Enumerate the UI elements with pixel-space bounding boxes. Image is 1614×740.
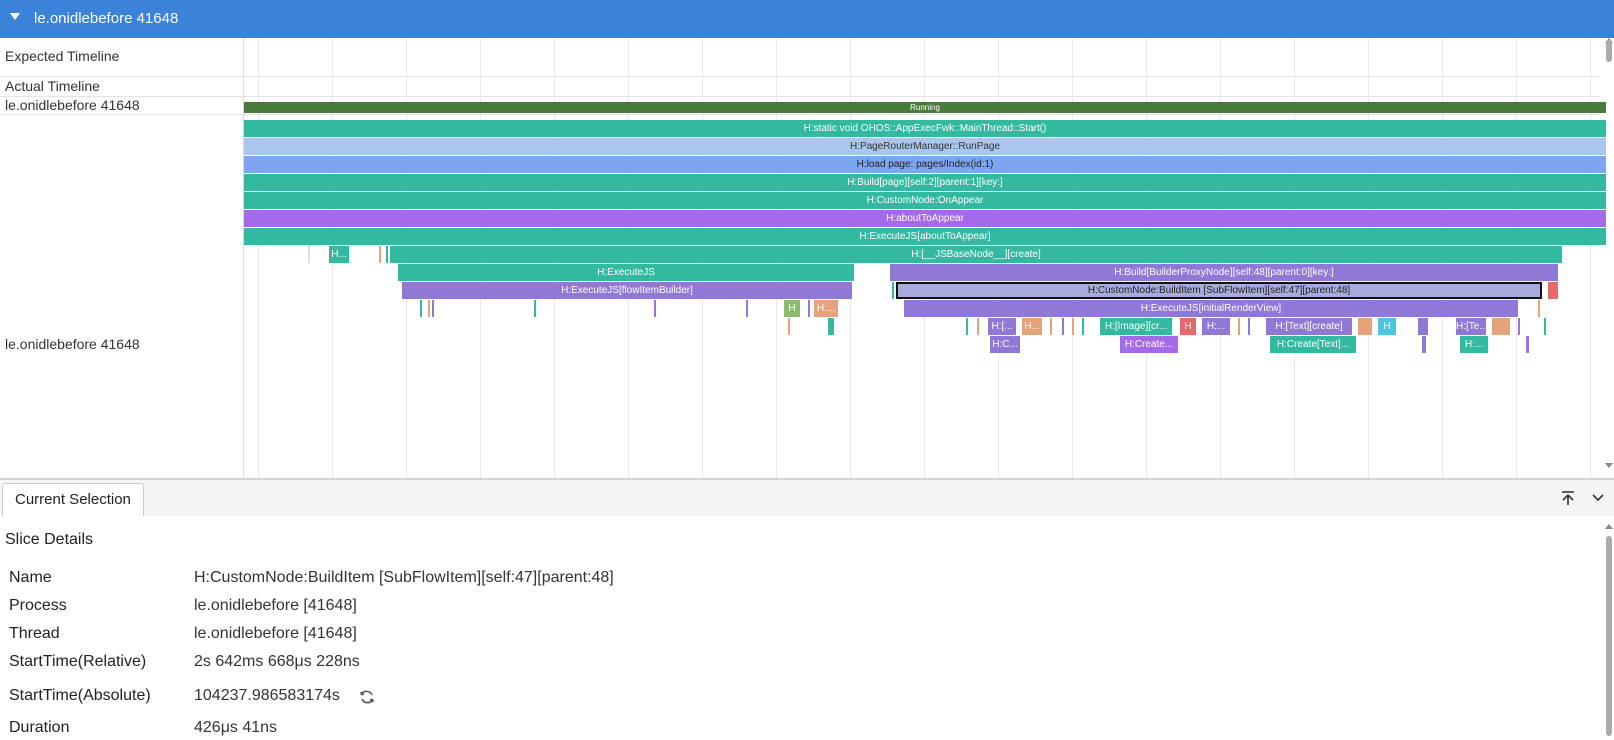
timeline-scrollbar[interactable] xyxy=(1604,38,1614,468)
detail-thread-key: Thread xyxy=(9,625,60,642)
slice-create-text[interactable]: H:Create[Text]... xyxy=(1270,336,1356,353)
details-tabbar: Current Selection xyxy=(0,480,1614,516)
slice-h-red[interactable]: H xyxy=(1180,318,1196,335)
slice-tick[interactable] xyxy=(420,300,422,317)
detail-start-abs-key: StartTime(Absolute) xyxy=(9,687,151,704)
slice-details-title: Slice Details xyxy=(5,531,94,548)
timeline-canvas[interactable]: Running H:static void OHOS::AppExecFwk::… xyxy=(244,38,1608,478)
detail-start-rel-value: 2s 642ms 668μs 228ns xyxy=(194,653,360,670)
slice-tick[interactable] xyxy=(1238,318,1240,335)
slice-h-small-2[interactable]: H:... xyxy=(814,300,838,317)
running-state-bar[interactable]: Running xyxy=(244,102,1606,113)
slice-tick[interactable] xyxy=(428,300,430,317)
slice-h-small[interactable]: H xyxy=(784,300,800,317)
slice-tick[interactable] xyxy=(788,318,790,335)
slice-h-cyan[interactable]: H xyxy=(1378,318,1396,335)
slice-execute-flow-item[interactable]: H:ExecuteJS[flowItemBuilder] xyxy=(402,282,852,299)
row-label-thread[interactable]: le.onidlebefore 41648 xyxy=(0,97,243,113)
detail-process-value: le.onidlebefore [41648] xyxy=(194,597,357,614)
slice-tick[interactable] xyxy=(1072,318,1074,335)
slice-tick[interactable] xyxy=(1082,318,1084,335)
slice-tick[interactable] xyxy=(1050,318,1052,335)
row-label-expected[interactable]: Expected Timeline xyxy=(0,48,243,64)
scroll-thumb[interactable] xyxy=(1606,536,1612,736)
slice-tick[interactable] xyxy=(1248,318,1250,335)
slice-tick[interactable] xyxy=(966,318,968,335)
slice-tick[interactable] xyxy=(654,300,656,317)
slice-tick[interactable] xyxy=(828,318,834,335)
caret-down-icon[interactable] xyxy=(10,13,20,20)
slice-initial-render-view[interactable]: H:ExecuteJS[initialRenderView] xyxy=(904,300,1518,317)
process-title: le.onidlebefore 41648 xyxy=(34,10,179,27)
slice-js-base-node[interactable]: H:[__JSBaseNode__][create] xyxy=(390,246,1562,263)
slice-h-dots-teal[interactable]: H:... xyxy=(1460,336,1488,353)
slice-tick[interactable] xyxy=(808,300,810,317)
process-header[interactable]: le.onidlebefore 41648 xyxy=(0,0,1614,38)
detail-duration-value: 426μs 41ns xyxy=(194,719,278,736)
slice-tick[interactable] xyxy=(1538,300,1540,317)
slice-tick[interactable] xyxy=(534,300,536,317)
detail-thread-value: le.onidlebefore [41648] xyxy=(194,625,357,642)
slice-image-create[interactable]: H:[Image][cr... xyxy=(1100,318,1172,335)
slice-tick[interactable] xyxy=(1062,318,1064,335)
slice-tick[interactable] xyxy=(1526,336,1529,353)
slice-h-violet[interactable]: H:... xyxy=(1202,318,1230,335)
slice-tick[interactable] xyxy=(1358,318,1372,335)
slice-h-dots[interactable]: H... xyxy=(1022,318,1042,335)
slice-load-page[interactable]: H:load page: pages/Index(id:1) xyxy=(244,156,1606,173)
slice-run-page[interactable]: H:PageRouterManager::RunPage xyxy=(244,138,1606,155)
slice-create[interactable]: H:Create... xyxy=(1120,336,1178,353)
slice-tick[interactable] xyxy=(892,282,894,299)
slice-tick[interactable] xyxy=(432,300,434,317)
row-label-actual[interactable]: Actual Timeline xyxy=(0,78,243,94)
slice-tick[interactable] xyxy=(379,246,381,263)
slice-te[interactable]: H:[Te... xyxy=(1456,318,1486,335)
tab-current-selection[interactable]: Current Selection xyxy=(2,483,144,516)
slice-tick[interactable] xyxy=(1544,318,1546,335)
slice-tick[interactable] xyxy=(1518,318,1520,335)
detail-process-key: Process xyxy=(9,597,67,614)
slice-tick[interactable] xyxy=(1418,318,1428,335)
slice-tick[interactable] xyxy=(1422,336,1426,353)
slice-tick[interactable] xyxy=(746,300,748,317)
slice-build-page[interactable]: H:Build[page][self:2][parent:1][key:] xyxy=(244,174,1606,191)
slice-c[interactable]: H:C... xyxy=(990,336,1020,353)
slice-build-builder-proxy[interactable]: H:Build[BuilderProxyNode][self:48][paren… xyxy=(890,264,1558,281)
row-label-process[interactable]: le.onidlebefore 41648 xyxy=(0,336,243,352)
slice-execute-js[interactable]: H:ExecuteJS xyxy=(398,264,854,281)
refresh-icon[interactable] xyxy=(358,688,376,706)
scroll-thumb[interactable] xyxy=(1606,40,1612,62)
scroll-up-icon[interactable] xyxy=(1605,524,1613,529)
detail-name-value: H:CustomNode:BuildItem [SubFlowItem][sel… xyxy=(194,569,614,586)
detail-start-abs-value: 104237.986583174s xyxy=(194,687,340,704)
slice-h-bracket[interactable]: H:[... xyxy=(988,318,1016,335)
detail-name-key: Name xyxy=(9,569,52,586)
slice-main-start[interactable]: H:static void OHOS::AppExecFwk::MainThre… xyxy=(244,120,1606,137)
slice-h-short[interactable]: H... xyxy=(329,246,349,263)
chevron-down-icon[interactable] xyxy=(1590,490,1606,506)
slice-tick[interactable] xyxy=(386,246,388,263)
slice-tick[interactable] xyxy=(1548,282,1558,299)
slice-tick[interactable] xyxy=(977,318,979,335)
slice-execute-about[interactable]: H:ExecuteJS[aboutToAppear] xyxy=(244,228,1606,245)
slice-custom-on-appear[interactable]: H:CustomNode:OnAppear xyxy=(244,192,1606,209)
details-scrollbar[interactable] xyxy=(1604,524,1614,740)
pin-top-icon[interactable] xyxy=(1560,490,1576,506)
slice-tick[interactable] xyxy=(308,246,310,263)
detail-duration-key: Duration xyxy=(9,719,70,736)
slice-build-item-selected[interactable]: H:CustomNode:BuildItem [SubFlowItem][sel… xyxy=(896,282,1542,299)
scroll-down-icon[interactable] xyxy=(1605,463,1613,468)
slice-about-to-appear[interactable]: H:aboutToAppear xyxy=(244,210,1606,227)
detail-start-rel-key: StartTime(Relative) xyxy=(9,653,147,670)
slice-text-create[interactable]: H:[Text][create] xyxy=(1266,318,1352,335)
slice-tick[interactable] xyxy=(1492,318,1510,335)
